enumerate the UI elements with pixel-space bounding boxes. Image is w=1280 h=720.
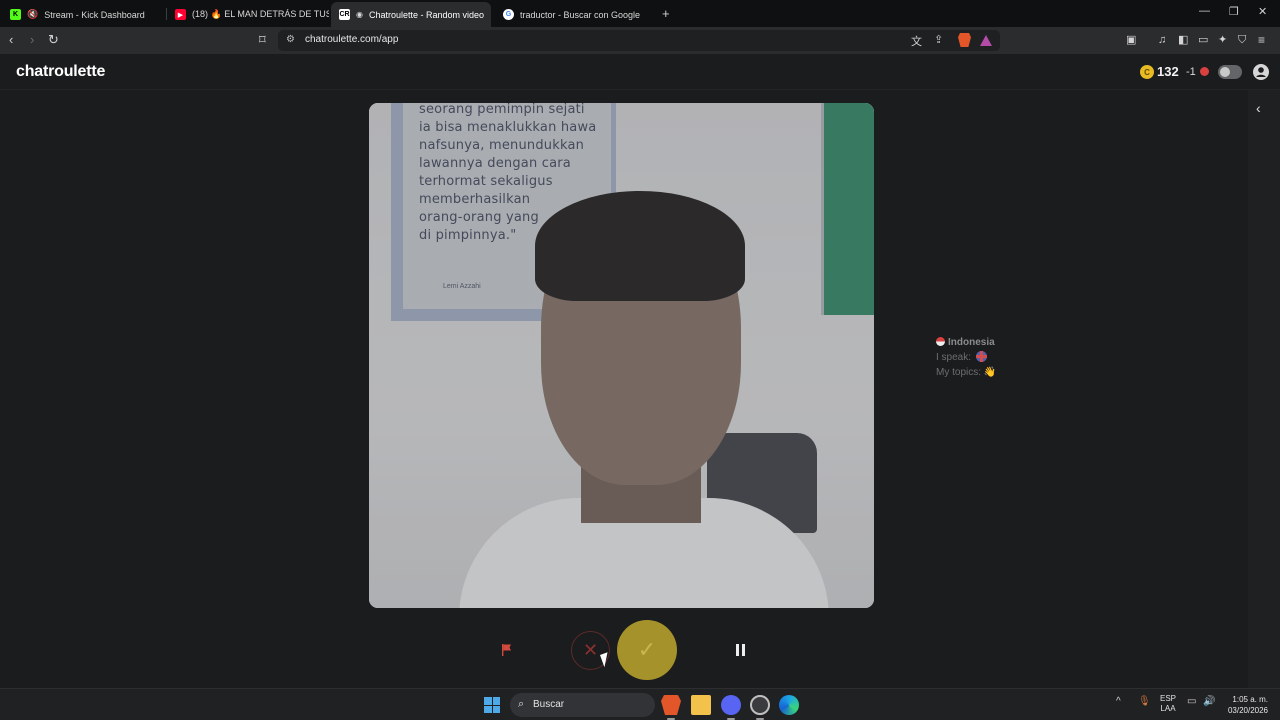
vpn-shield-icon[interactable]: ⛉ bbox=[1238, 32, 1246, 48]
bookmark-icon[interactable]: ⌑ bbox=[259, 32, 266, 48]
translate-icon[interactable]: 文 bbox=[911, 33, 922, 49]
leo-ai-icon[interactable]: ✦ bbox=[1218, 32, 1227, 48]
discord-icon[interactable] bbox=[721, 695, 741, 715]
music-icon[interactable]: ♫ bbox=[1158, 32, 1166, 48]
penalty-count: -1 bbox=[1186, 66, 1196, 78]
google-icon: G bbox=[503, 9, 514, 20]
accept-button[interactable]: ✓ bbox=[617, 620, 677, 680]
menu-icon[interactable]: ≡ bbox=[1258, 32, 1265, 48]
tab-chatroulette[interactable]: CR ◉ Chatroulette - Random video ✕ bbox=[331, 2, 491, 27]
partner-info: Indonesia I speak: My topics: 👋 bbox=[936, 335, 996, 380]
tab-title: Chatroulette - Random video bbox=[368, 9, 485, 20]
tab-google-search[interactable]: G traductor - Buscar con Google bbox=[495, 2, 657, 27]
microphone-icon[interactable]: 🎙 bbox=[1138, 696, 1151, 707]
chatroulette-logo[interactable]: chatroulette bbox=[16, 63, 105, 81]
partner-video: seorang pemimpin sejati ia bisa menakluk… bbox=[369, 103, 874, 608]
restore-icon[interactable]: ❐ bbox=[1229, 5, 1239, 18]
obs-icon[interactable] bbox=[750, 695, 770, 715]
wallet-icon[interactable]: ▭ bbox=[1198, 32, 1208, 48]
minimize-icon[interactable]: — bbox=[1199, 5, 1210, 17]
windows-taskbar: ⌕ Buscar ^ 🎙 ESP LAA ▭ 🔊 1:05 a. m. 03/2… bbox=[0, 688, 1280, 720]
sidebar-icon[interactable]: ◧ bbox=[1178, 32, 1188, 48]
network-icon[interactable]: ▭ bbox=[1187, 696, 1196, 707]
brave-rewards-icon[interactable] bbox=[980, 35, 992, 46]
partner-country-row: Indonesia bbox=[936, 335, 996, 350]
forward-icon[interactable]: › bbox=[30, 32, 34, 48]
back-icon[interactable]: ‹ bbox=[9, 32, 13, 48]
share-icon[interactable]: ⇪ bbox=[934, 33, 943, 46]
partner-topics-row: My topics: 👋 bbox=[936, 365, 996, 380]
volume-icon[interactable]: 🔊 bbox=[1203, 696, 1215, 707]
recording-icon: ◉ bbox=[356, 10, 363, 19]
penalty-icon bbox=[1200, 67, 1209, 76]
wave-emoji-icon: 👋 bbox=[983, 367, 997, 378]
reload-icon[interactable]: ↻ bbox=[48, 32, 59, 48]
theme-toggle[interactable] bbox=[1218, 65, 1242, 79]
indonesia-flag-icon bbox=[936, 337, 945, 346]
tab-title: Stream - Kick Dashboard bbox=[44, 9, 145, 20]
video-overlay bbox=[369, 103, 874, 608]
input-language[interactable]: ESP LAA bbox=[1160, 694, 1176, 714]
chatroulette-app: chatroulette C 132 -1 ‹ seorang pemimpin… bbox=[0, 54, 1280, 688]
brave-browser-icon[interactable] bbox=[661, 695, 681, 715]
search-icon: ⌕ bbox=[518, 698, 525, 710]
tab-title: (18) 🔥 EL MAN DETRÁS DE TUS HIT bbox=[192, 9, 329, 19]
system-clock[interactable]: 1:05 a. m. 03/20/2026 bbox=[1222, 694, 1268, 716]
speaks-label: I speak: bbox=[936, 352, 972, 363]
show-hidden-icons-chevron[interactable]: ^ bbox=[1116, 696, 1121, 707]
language-code: ESP bbox=[1160, 694, 1177, 703]
user-account-icon[interactable] bbox=[1253, 64, 1269, 80]
partner-country: Indonesia bbox=[948, 337, 995, 348]
address-bar[interactable]: ⚙ chatroulette.com/app 文 ⇪ bbox=[278, 30, 1000, 51]
tab-youtube[interactable]: ▶ (18) 🔥 EL MAN DETRÁS DE TUS HIT bbox=[167, 2, 329, 27]
media-router-icon[interactable]: ▣ bbox=[1126, 32, 1136, 48]
taskbar-search[interactable]: ⌕ Buscar bbox=[510, 693, 655, 717]
close-window-icon[interactable]: ✕ bbox=[1258, 5, 1267, 18]
topics-label: My topics: bbox=[936, 367, 982, 378]
brave-shields-icon[interactable] bbox=[958, 33, 971, 47]
app-header: chatroulette C 132 -1 bbox=[0, 54, 1280, 90]
search-placeholder: Buscar bbox=[533, 699, 565, 710]
muted-audio-icon[interactable]: 🔇 bbox=[27, 9, 38, 20]
kick-icon: K bbox=[10, 9, 21, 20]
clock-date: 03/20/2026 bbox=[1227, 706, 1268, 715]
site-settings-icon[interactable]: ⚙ bbox=[286, 34, 295, 45]
close-tab-icon[interactable]: ✕ bbox=[490, 9, 491, 20]
tab-kick-dashboard[interactable]: K 🔇 Stream - Kick Dashboard bbox=[2, 2, 164, 27]
url-text[interactable]: chatroulette.com/app bbox=[305, 34, 398, 45]
browser-toolbar: ‹ › ↻ ⌑ ⚙ chatroulette.com/app 文 ⇪ ▣ ♫ ◧… bbox=[0, 27, 1280, 54]
coin-icon: C bbox=[1140, 65, 1154, 79]
call-controls: ✕ ✓ bbox=[0, 620, 1280, 682]
partner-languages-row: I speak: bbox=[936, 350, 996, 365]
clock-time: 1:05 a. m. bbox=[1232, 695, 1268, 704]
report-flag-icon[interactable] bbox=[500, 643, 514, 657]
expand-panel-chevron-icon[interactable]: ‹ bbox=[1256, 100, 1261, 116]
chatroulette-icon: CR bbox=[339, 9, 350, 20]
browser-tab-strip: K 🔇 Stream - Kick Dashboard ▶ (18) 🔥 EL … bbox=[0, 0, 1280, 27]
coin-balance[interactable]: 132 bbox=[1157, 64, 1179, 79]
file-explorer-icon[interactable] bbox=[691, 695, 711, 715]
pause-icon[interactable] bbox=[736, 644, 746, 656]
keyboard-layout: LAA bbox=[1160, 704, 1176, 713]
side-panel-rail bbox=[1248, 90, 1280, 688]
windows-start-icon[interactable] bbox=[484, 697, 500, 713]
new-tab-button[interactable]: + bbox=[662, 6, 670, 21]
edge-icon[interactable] bbox=[779, 695, 799, 715]
youtube-icon: ▶ bbox=[175, 9, 186, 20]
english-flag-icon bbox=[975, 351, 987, 362]
tab-title: traductor - Buscar con Google bbox=[520, 9, 641, 20]
